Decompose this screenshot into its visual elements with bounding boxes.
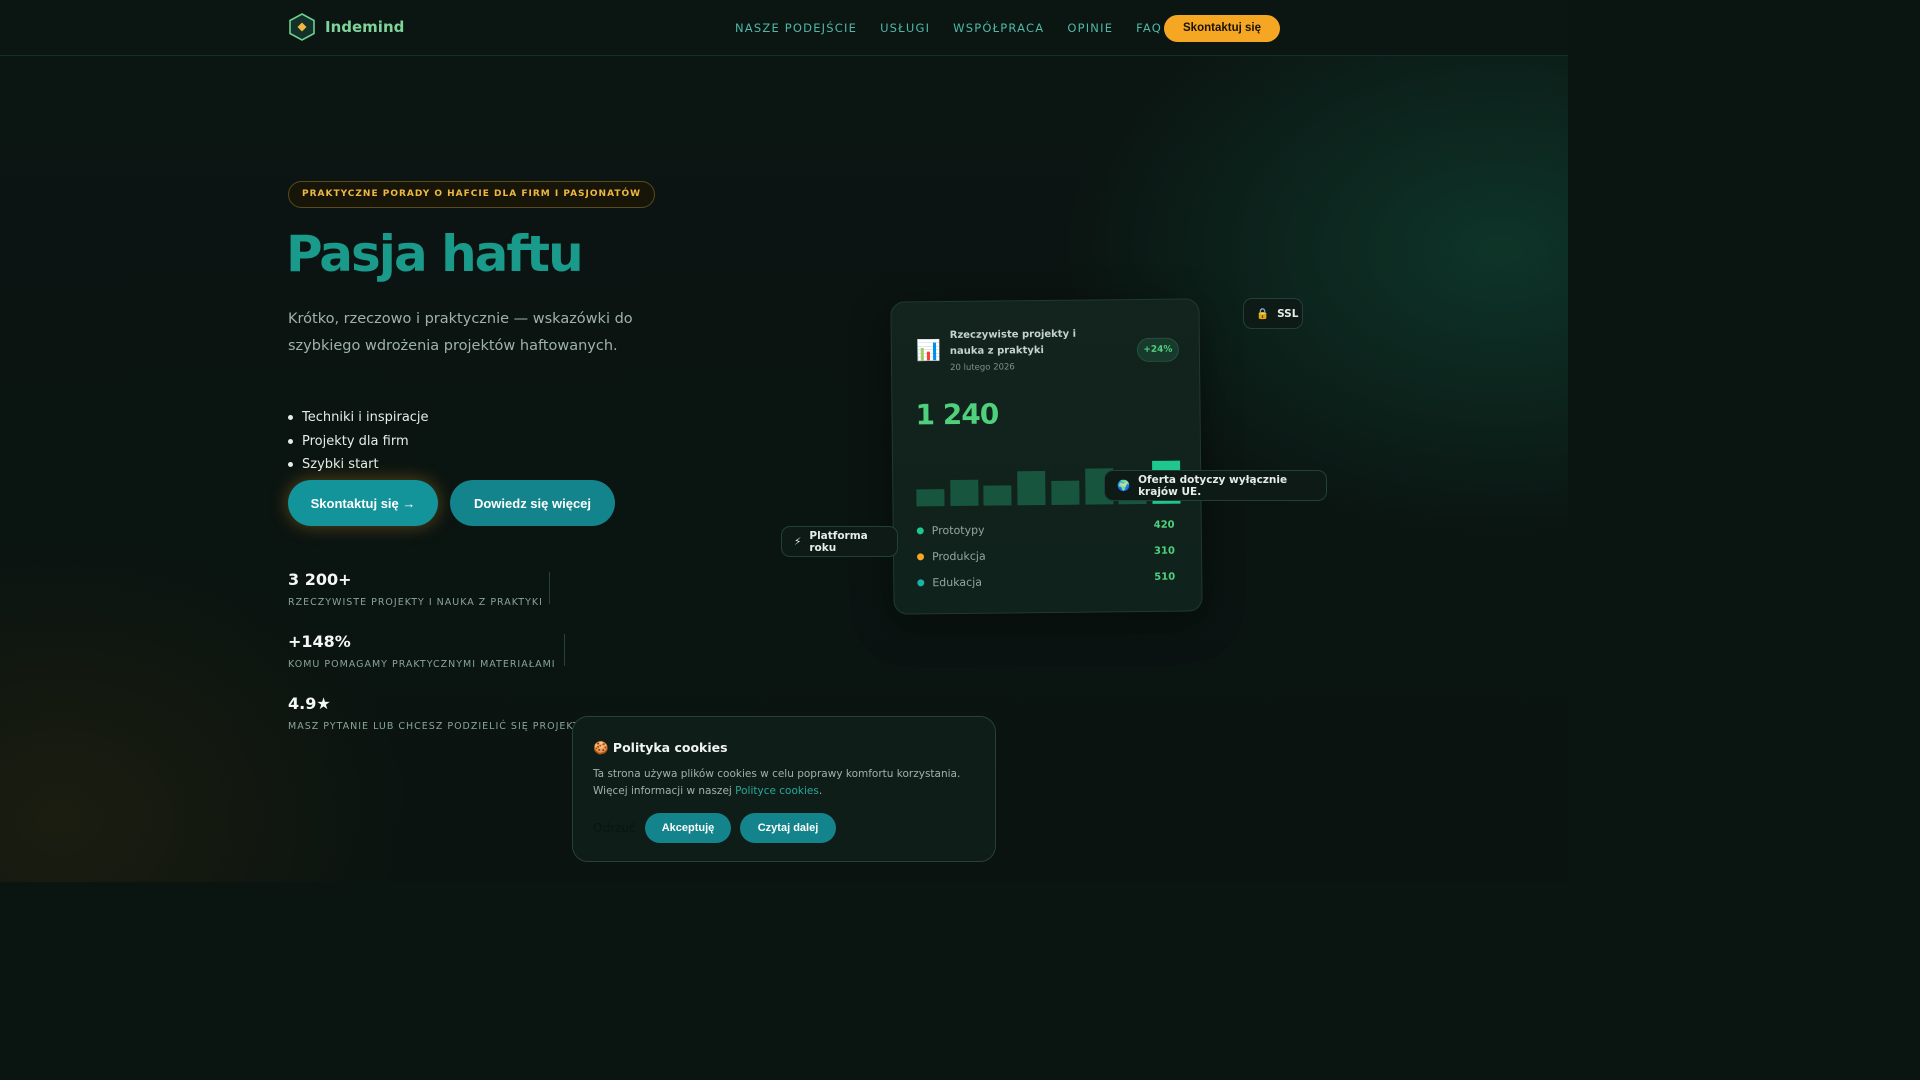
learn-more-button[interactable]: Dowiedz się więcej [450,480,615,526]
legend-item: Produkcja [917,550,986,564]
stat-growth: +148% KOMU POMAGAMY PRAKTYCZNYMI MATERIA… [288,632,556,670]
card-date: 20 lutego 2026 [950,362,1015,374]
stat-divider [549,572,550,604]
stat-rating: 4.9★ MASZ PYTANIE LUB CHCESZ PODZIELIĆ S… [288,694,602,732]
bar-chart-icon: 📊 [915,338,941,363]
legend-label: Edukacja [932,575,983,590]
stat-projects: 3 200+ RZECZYWISTE PROJEKTY I NAUKA Z PR… [288,570,543,608]
ssl-chip: 🔒 SSL [1243,298,1303,329]
cookie-read-more-button[interactable]: Czytaj dalej [740,813,836,843]
stat-label: RZECZYWISTE PROJEKTY I NAUKA Z PRAKTYKI [288,597,543,608]
legend-item: Edukacja [917,576,982,590]
nav-services[interactable]: USŁUGI [880,21,930,35]
legend-item: Prototypy [916,523,985,538]
stat-value: 4.9★ [288,694,331,713]
hero-badge: PRAKTYCZNE PORADY O HAFCIE DLA FIRM I PA… [288,181,656,208]
card-total-value: 1 240 [915,397,999,432]
stats-card: 📊 Rzeczywiste projekty i nauka z praktyk… [890,298,1203,615]
bullet-item: Techniki i inspiracje [288,406,429,430]
cookie-banner: 🍪 Polityka cookies Ta strona używa plikó… [572,716,996,862]
nav-approach[interactable]: NASZE PODEJŚCIE [735,21,857,35]
platform-chip: ⚡ Platforma roku [781,526,898,557]
brand-logo[interactable]: Indemind [288,13,404,41]
hero-bullets: Techniki i inspiracje Projekty dla firm … [288,406,429,477]
cookie-reject-button[interactable]: Odrzuć [593,821,636,835]
legend-value: 420 [1153,519,1175,531]
header-contact-button[interactable]: Skontaktuj się [1164,15,1280,42]
ssl-label: SSL [1277,307,1299,320]
bar-chart-bar [949,479,979,507]
cookie-title: 🍪 Polityka cookies [593,740,728,755]
lock-icon: 🔒 [1256,308,1270,320]
cookie-text-end: . [818,785,823,797]
main-nav: NASZE PODEJŚCIE USŁUGI WSPÓŁPRACA OPINIE… [735,21,1162,35]
stat-value: 3 200+ [288,570,352,589]
stat-label: KOMU POMAGAMY PRAKTYCZNYMI MATERIAŁAMI [288,659,556,670]
stat-divider [564,634,565,666]
change-badge: +24% [1136,337,1180,363]
brand-name: Indemind [325,18,405,36]
bar-chart-bar [1017,471,1046,506]
legend-dot [917,579,925,587]
stat-value: +148% [288,632,351,651]
site-header: Indemind NASZE PODEJŚCIE USŁUGI WSPÓŁPRA… [0,0,1568,56]
nav-reviews[interactable]: OPINIE [1067,21,1113,35]
legend-dot [917,553,925,561]
legend-label: Prototypy [931,523,985,538]
eu-offer-chip: 🌍 Oferta dotyczy wyłącznie krajów UE. [1104,470,1327,501]
bar-chart-bar [1051,480,1080,505]
eu-offer-label: Oferta dotyczy wyłącznie krajów UE. [1138,473,1288,498]
legend-label: Produkcja [931,549,986,564]
hexagon-logo-icon [289,13,315,41]
nav-cooperation[interactable]: WSPÓŁPRACA [953,21,1044,35]
platform-label: Platforma roku [809,529,868,554]
bar-chart-bar [983,485,1012,506]
bar-chart-bar [916,489,945,507]
cookie-text: Ta strona używa plików cookies w celu po… [593,766,985,800]
legend-value: 310 [1153,545,1175,557]
nav-faq[interactable]: FAQ [1136,21,1162,35]
stat-label: MASZ PYTANIE LUB CHCESZ PODZIELIĆ SIĘ PR… [288,721,602,732]
hero-subtitle: Krótko, rzeczowo i praktycznie — wskazów… [288,311,633,354]
globe-icon: 🌍 [1117,480,1131,492]
lightning-icon: ⚡ [794,535,802,548]
cookie-policy-link[interactable]: Polityce cookies [735,785,819,797]
hero-title: Pasja haftu [286,225,584,283]
legend-value: 510 [1154,571,1176,583]
card-title: Rzeczywiste projekty i nauka z praktyki [949,328,1077,358]
legend-dot [916,527,924,535]
bullet-item: Szybki start [288,453,429,477]
bullet-item: Projekty dla firm [288,430,429,454]
contact-button[interactable]: Skontaktuj się → [288,480,438,526]
cookie-accept-button[interactable]: Akceptuję [645,813,731,843]
